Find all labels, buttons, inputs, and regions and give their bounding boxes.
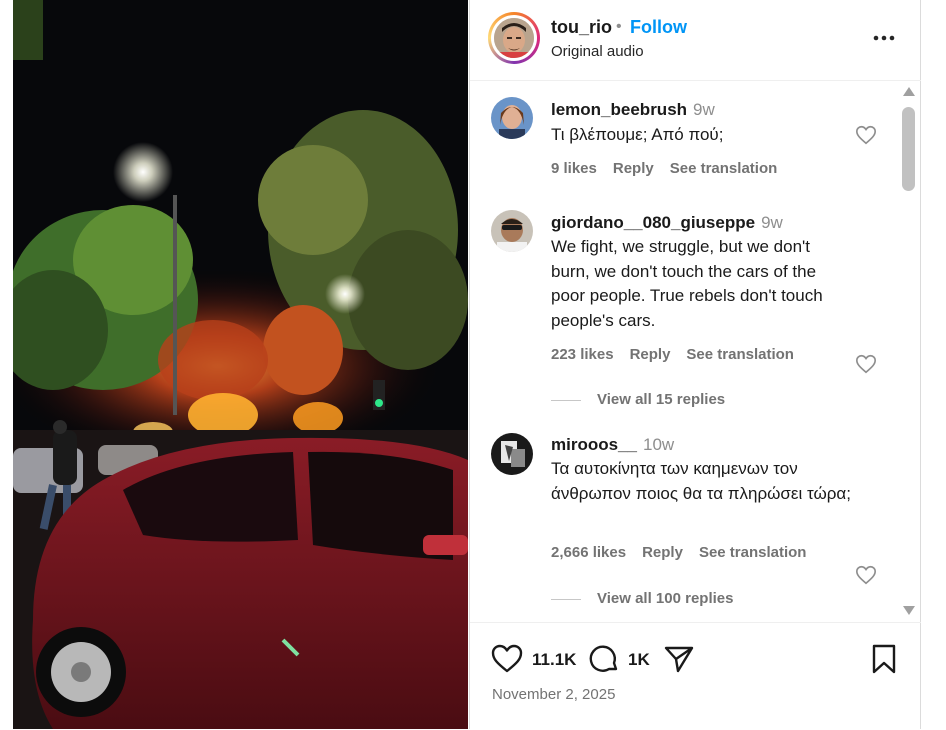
send-icon[interactable] — [663, 643, 695, 675]
comment-bubble-icon[interactable] — [588, 643, 620, 675]
see-translation-button[interactable]: See translation — [670, 160, 778, 177]
comment-username[interactable]: lemon_beebrush 9w — [551, 100, 715, 120]
comments-scrollbar[interactable] — [900, 83, 917, 621]
instagram-post-view: tou_rio • Follow Original audio lemon_be… — [0, 0, 946, 729]
post-date[interactable]: November 2, 2025 — [492, 686, 615, 703]
author-avatar[interactable] — [488, 12, 540, 64]
post-actions-bar: 11.1K 1K November 2, 2025 — [470, 622, 922, 730]
see-translation-button[interactable]: See translation — [686, 346, 794, 363]
reply-button[interactable]: Reply — [642, 544, 683, 561]
commenter-avatar[interactable] — [491, 97, 533, 139]
heart-icon[interactable] — [491, 643, 523, 675]
replies-divider-line — [551, 598, 581, 600]
comment-likes[interactable]: 223 likes — [551, 346, 614, 363]
commenter-avatar-image — [491, 97, 533, 139]
video-frame-illustration — [13, 0, 468, 729]
commenter-avatar[interactable] — [491, 210, 533, 252]
comment-likes[interactable]: 2,666 likes — [551, 544, 626, 561]
comment-meta: 9 likes Reply See translation — [551, 160, 793, 177]
audio-label[interactable]: Original audio — [551, 43, 644, 60]
reply-button[interactable]: Reply — [613, 160, 654, 177]
reply-button[interactable]: Reply — [630, 346, 671, 363]
comment-heart-icon[interactable] — [855, 564, 877, 586]
comment-username[interactable]: giordano__080_giuseppe 9w — [551, 213, 783, 233]
more-options-icon[interactable] — [870, 24, 898, 52]
author-face — [494, 18, 534, 58]
commenter-avatar-image — [491, 433, 533, 475]
comment-text: We fight, we struggle, but we don't burn… — [551, 237, 823, 330]
comment-time: 10w — [642, 435, 675, 454]
comment-text: Τα αυτοκίνητα των καημενων τον άνθρωπον … — [551, 459, 851, 503]
bookmark-icon[interactable] — [868, 643, 900, 675]
comment-username[interactable]: mirooos__ 10w — [551, 435, 674, 455]
post-details-panel: tou_rio • Follow Original audio lemon_be… — [469, 0, 922, 730]
see-translation-button[interactable]: See translation — [699, 544, 807, 561]
comment-time: 9w — [761, 213, 783, 232]
replies-divider-line — [551, 399, 581, 401]
comment-likes[interactable]: 9 likes — [551, 160, 597, 177]
author-username[interactable]: tou_rio — [551, 17, 612, 38]
follow-button[interactable]: Follow — [630, 17, 687, 38]
scrollbar-thumb[interactable] — [902, 107, 915, 191]
commenter-avatar[interactable] — [491, 433, 533, 475]
likes-count[interactable]: 11.1K — [532, 650, 576, 670]
comment-meta: 2,666 likes Reply See translation — [551, 544, 822, 561]
scroll-up-arrow-icon[interactable] — [903, 87, 915, 96]
comment-heart-icon[interactable] — [855, 353, 877, 375]
post-video[interactable] — [13, 0, 468, 729]
right-margin — [921, 0, 946, 729]
commenter-avatar-image — [491, 210, 533, 252]
separator-dot: • — [616, 18, 622, 35]
view-replies-button[interactable]: View all 100 replies — [551, 590, 733, 607]
comment-heart-icon[interactable] — [855, 124, 877, 146]
view-replies-button[interactable]: View all 15 replies — [551, 391, 725, 408]
post-header: tou_rio • Follow Original audio — [470, 0, 922, 81]
comment-meta: 223 likes Reply See translation — [551, 346, 810, 363]
comments-list: lemon_beebrush 9w Τι βλέπουμε; Από πού; 9… — [470, 81, 898, 621]
scroll-down-arrow-icon[interactable] — [903, 606, 915, 615]
comments-count[interactable]: 1K — [628, 650, 650, 670]
comment-text: Τι βλέπουμε; Από πού; — [551, 125, 724, 144]
comment-time: 9w — [693, 100, 715, 119]
left-margin — [0, 0, 13, 729]
